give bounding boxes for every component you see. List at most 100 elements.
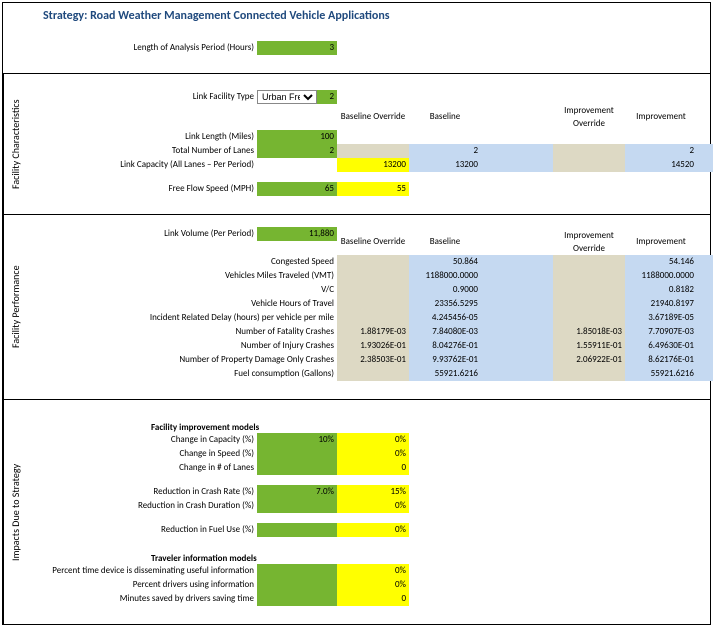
impact-label: Change in Speed (%) [31, 447, 257, 461]
cell-change: -5.7356E-06 [697, 311, 713, 325]
cell-bo[interactable]: 1.88179E-03 [337, 325, 409, 339]
cell-baseline: 55921.6216 [409, 367, 481, 381]
cell-bo[interactable] [337, 269, 409, 283]
cell-io[interactable]: 1.55911E-01 [553, 339, 625, 353]
impact-green[interactable] [257, 461, 337, 475]
total-lanes-row: Total Number of Lanes 2 2 2 0 [31, 144, 713, 158]
cell-io[interactable] [553, 269, 625, 283]
cell-bo[interactable] [337, 311, 409, 325]
impact-row: Reduction in Crash Duration (%) 0% [31, 499, 706, 513]
hdr-baseline-override: Baseline Override [337, 110, 409, 124]
fp-label: Number of Fatality Crashes [31, 325, 337, 339]
cell-io[interactable] [553, 297, 625, 311]
cell-io[interactable] [553, 158, 625, 172]
link-capacity-label: Link Capacity (All Lanes – Per Period) [31, 158, 257, 172]
facility-type-select[interactable]: Urban Freewa [257, 90, 317, 104]
link-length-row: Link Length (Miles) 100 [31, 130, 713, 144]
cell-bo[interactable] [337, 144, 409, 158]
cell-io[interactable]: 1.85018E-03 [553, 325, 625, 339]
impact-yellow: 0% [337, 564, 409, 578]
free-flow-green[interactable]: 65 [257, 182, 337, 196]
length-analysis-row: Length of Analysis Period (Hours) 3 [31, 41, 706, 55]
impact-row: Change in Capacity (%)10%0% [31, 433, 706, 447]
impact-label: Reduction in Crash Duration (%) [31, 499, 257, 513]
impact-yellow: 0% [337, 447, 409, 461]
fp-row: Number of Injury Crashes1.93026E-018.042… [31, 339, 713, 353]
impact-green[interactable] [257, 564, 337, 578]
hdr-baseline: Baseline [409, 235, 481, 249]
impact-row: Minutes saved by drivers saving time0 [31, 592, 706, 606]
cell-baseline: 8.04276E-01 [409, 339, 481, 353]
fc-section-label: Facility Characteristics [3, 74, 27, 214]
free-flow-label: Free Flow Speed (MPH) [31, 182, 257, 196]
length-analysis-input[interactable]: 3 [257, 41, 337, 55]
impact-label: Reduction in Fuel Use (%) [31, 523, 257, 537]
hdr-change: Change [697, 235, 713, 249]
fp-label: V/C [31, 283, 337, 297]
cell-baseline: 7.84080E-03 [409, 325, 481, 339]
impact-green[interactable]: 7.0% [257, 485, 337, 499]
link-volume-input[interactable]: 11,880 [257, 227, 337, 241]
impacts-section: Impacts Due to Strategy Facility improve… [3, 399, 710, 624]
cell-io[interactable] [553, 367, 625, 381]
cell-bo[interactable] [337, 283, 409, 297]
fp-row: Fuel consumption (Gallons)55921.62165592… [31, 367, 713, 381]
hdr-change: Change [697, 110, 713, 124]
cell-io[interactable] [553, 283, 625, 297]
cell-change: 1320 [697, 158, 713, 172]
impact-yellow: 0% [337, 523, 409, 537]
impact-yellow: 0 [337, 461, 409, 475]
cell-bo[interactable] [337, 297, 409, 311]
cell-change: 0 [697, 144, 713, 158]
impact-green[interactable] [257, 578, 337, 592]
impact-label: Reduction in Crash Rate (%) [31, 485, 257, 499]
cell-baseline: 50.864 [409, 255, 481, 269]
cell-bo[interactable] [337, 367, 409, 381]
cell-improvement: 6.49630E-01 [625, 339, 697, 353]
fp-label: Fuel consumption (Gallons) [31, 367, 337, 381]
facility-type-row: Link Facility Type Urban Freewa2 [31, 90, 713, 104]
cell-baseline: 4.245456-05 [409, 311, 481, 325]
facility-characteristics-section: Facility Characteristics Link Facility T… [3, 73, 710, 214]
link-length-label: Link Length (Miles) [31, 130, 257, 144]
impacts-section-label: Impacts Due to Strategy [3, 400, 27, 624]
impact-yellow: 0% [337, 433, 409, 447]
impact-green[interactable]: 10% [257, 433, 337, 447]
cell-baseline: 13200 [409, 158, 481, 172]
facility-type-value[interactable]: 2 [317, 90, 337, 104]
fp-label: Vehicles Miles Traveled (VMT) [31, 269, 337, 283]
impact-row: Change in # of Lanes 0 [31, 461, 706, 475]
hdr-improvement-override: Improvement Override [553, 229, 625, 255]
impact-yellow: 0% [337, 499, 409, 513]
cell-improvement: 2 [625, 144, 697, 158]
cell-change: -3.71151E-02 [697, 339, 713, 353]
fp-row: Vehicle Hours of Travel23356.529521940.8… [31, 297, 713, 311]
cell-io[interactable]: 2.06922E-01 [553, 353, 625, 367]
hdr-baseline: Baseline [409, 110, 481, 124]
cell-baseline: 9.93762E-01 [409, 353, 481, 367]
impact-label: Change in # of Lanes [31, 461, 257, 475]
total-lanes-input[interactable]: 2 [257, 144, 337, 158]
hdr-baseline-override: Baseline Override [337, 235, 409, 249]
fp-row: Number of Property Damage Only Crashes2.… [31, 353, 713, 367]
free-flow-row: Free Flow Speed (MPH) 65 55 [31, 182, 713, 196]
impact-green[interactable] [257, 499, 337, 513]
impact-yellow: 0% [337, 578, 409, 592]
cell-io[interactable] [553, 311, 625, 325]
fp-label: Vehicle Hours of Travel [31, 297, 337, 311]
cell-bo[interactable] [337, 255, 409, 269]
cell-io[interactable] [553, 255, 625, 269]
page-title: Strategy: Road Weather Management Connec… [3, 3, 710, 25]
impact-row: Reduction in Crash Rate (%)7.0%15% [31, 485, 706, 499]
cell-bo[interactable]: 2.38503E-01 [337, 353, 409, 367]
cell-io[interactable] [553, 144, 625, 158]
link-length-input[interactable]: 100 [257, 130, 337, 144]
hdr-improvement: Improvement [625, 110, 697, 124]
impact-green[interactable] [257, 447, 337, 461]
cell-baseline: 23356.5295 [409, 297, 481, 311]
total-lanes-label: Total Number of Lanes [31, 144, 257, 158]
cell-bo[interactable]: 1.93026E-01 [337, 339, 409, 353]
length-analysis-label: Length of Analysis Period (Hours) [31, 41, 257, 55]
impact-green[interactable] [257, 592, 337, 606]
impact-green[interactable] [257, 523, 337, 537]
